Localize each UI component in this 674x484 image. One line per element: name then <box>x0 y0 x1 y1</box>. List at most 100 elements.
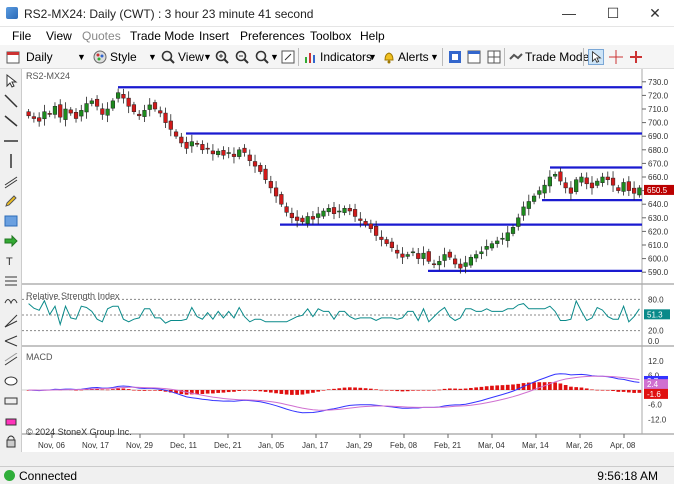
candle-body <box>321 210 326 217</box>
price-tick-label: 610.0 <box>648 241 669 250</box>
rectangle-tool-icon[interactable] <box>3 213 19 229</box>
rsi-tick-label: 0.0 <box>648 337 660 346</box>
regression-tool-icon[interactable] <box>3 353 19 369</box>
indicators-dropdown[interactable]: Indicators <box>320 49 372 65</box>
date-tick-label: Mar, 26 <box>566 441 593 450</box>
macd-histogram-bar <box>490 385 494 390</box>
candle-body <box>126 97 131 107</box>
channel-tool-icon[interactable] <box>3 173 19 189</box>
menu-toolbox[interactable]: Toolbox <box>310 29 351 43</box>
zoom-out-icon[interactable] <box>234 49 250 65</box>
candle-body <box>453 258 458 265</box>
candle-body <box>510 227 516 234</box>
window-layout-icon[interactable] <box>466 49 482 65</box>
date-tick-label: Dec, 21 <box>214 441 242 450</box>
andrews-tool-icon[interactable] <box>3 333 19 349</box>
text-tool-icon[interactable]: T <box>3 253 19 269</box>
zoom-in-icon[interactable] <box>214 49 230 65</box>
candle-body <box>389 241 395 248</box>
pointer-tool-icon[interactable] <box>588 49 604 65</box>
alerts-chevron-icon[interactable]: ▼ <box>430 49 439 65</box>
macd-histogram-bar <box>505 384 510 390</box>
style-dropdown[interactable]: Style <box>110 49 137 65</box>
cross-cursor-icon[interactable] <box>628 49 644 65</box>
macd-line <box>28 373 640 414</box>
trade-mode-icon <box>509 53 523 60</box>
style-chevron-icon[interactable]: ▼ <box>148 49 157 65</box>
candle-body <box>400 253 405 258</box>
rsi-tick-label: 80.0 <box>648 295 664 304</box>
pencil-tool-icon[interactable] <box>3 193 19 209</box>
draw-pointer-icon[interactable] <box>3 73 19 89</box>
indicators-chevron-icon[interactable]: ▼ <box>368 49 377 65</box>
macd-histogram-bar <box>574 387 579 390</box>
macd-histogram-bar <box>605 390 610 391</box>
candle-body <box>479 251 484 254</box>
macd-histogram-bar <box>511 384 515 390</box>
vertical-line-tool-icon[interactable] <box>3 153 19 169</box>
chart-area[interactable]: 80.050.020.00.051.3 12.06.0-6.0-12.03.72… <box>22 69 674 452</box>
ray-tool-icon[interactable] <box>3 113 19 129</box>
candle-body <box>105 108 110 116</box>
macd-histogram-bar <box>258 390 263 392</box>
menu-file[interactable]: File <box>12 29 31 43</box>
candle-body <box>116 92 121 99</box>
candle-body <box>595 180 600 186</box>
macd-histogram-bar <box>390 390 394 391</box>
candle-body <box>305 216 310 224</box>
macd-histogram-bar <box>158 390 163 391</box>
macd-histogram-bar <box>437 389 442 391</box>
ellipse-tool-icon[interactable] <box>3 373 19 389</box>
close-button[interactable]: ✕ <box>640 4 670 22</box>
alerts-dropdown[interactable]: Alerts <box>398 49 429 65</box>
view-chevron-icon[interactable]: ▼ <box>203 49 212 65</box>
period-dropdown[interactable]: Daily <box>26 49 53 65</box>
macd-histogram-bar <box>484 386 489 390</box>
cycle-tool-icon[interactable] <box>3 293 19 309</box>
candle-body <box>73 112 79 119</box>
macd-histogram-bar <box>421 389 426 391</box>
candle-body <box>173 131 179 137</box>
gann-tool-icon[interactable] <box>3 313 19 329</box>
macd-histogram-bar <box>342 387 347 390</box>
menu-quotes[interactable]: Quotes <box>82 29 121 43</box>
candle-body <box>216 150 221 155</box>
arrow-tool-icon[interactable] <box>3 233 19 249</box>
macd-histogram-bar <box>595 389 600 391</box>
grid-icon[interactable] <box>486 49 502 65</box>
macd-histogram-bar <box>374 389 378 390</box>
menu-view[interactable]: View <box>46 29 72 43</box>
crosshair-icon[interactable] <box>608 49 624 65</box>
macd-histogram-bar <box>569 386 573 390</box>
macd-histogram-bar <box>432 389 436 391</box>
cursor-tool-icon[interactable] <box>280 49 296 65</box>
macd-histogram-bar <box>358 387 363 390</box>
view-dropdown[interactable]: View <box>178 49 204 65</box>
macd-histogram-bar <box>495 385 500 390</box>
candle-body <box>284 206 289 213</box>
chart-settings-icon[interactable] <box>447 49 463 65</box>
minimize-button[interactable]: — <box>554 4 584 22</box>
zoom-chevron-icon[interactable]: ▼ <box>270 49 279 65</box>
lock-tool-icon[interactable] <box>3 433 19 449</box>
period-chevron-icon[interactable]: ▼ <box>77 49 86 65</box>
candle-body <box>168 120 173 130</box>
date-tick-label: Feb, 21 <box>434 441 462 450</box>
price-chart-svg[interactable]: 80.050.020.00.051.3 12.06.0-6.0-12.03.72… <box>22 69 674 452</box>
style-icon <box>93 50 107 64</box>
menu-preferences[interactable]: Preferences <box>240 29 305 43</box>
rsi-label: Relative Strength Index <box>26 291 120 301</box>
zoom-menu-icon[interactable] <box>254 49 270 65</box>
candle-body <box>521 206 526 216</box>
fibonacci-tool-icon[interactable] <box>3 273 19 289</box>
erase-tool-icon[interactable] <box>3 413 19 429</box>
menu-help[interactable]: Help <box>360 29 385 43</box>
maximize-button[interactable]: ☐ <box>598 4 628 22</box>
trade-mode-button[interactable]: Trade Mode <box>525 49 589 65</box>
measure-tool-icon[interactable] <box>3 393 19 409</box>
horizontal-line-tool-icon[interactable] <box>3 133 19 149</box>
menu-insert[interactable]: Insert <box>199 29 229 43</box>
trendline-tool-icon[interactable] <box>3 93 19 109</box>
menu-trade-mode[interactable]: Trade Mode <box>130 29 194 43</box>
macd-tick-label: -12.0 <box>648 415 667 424</box>
